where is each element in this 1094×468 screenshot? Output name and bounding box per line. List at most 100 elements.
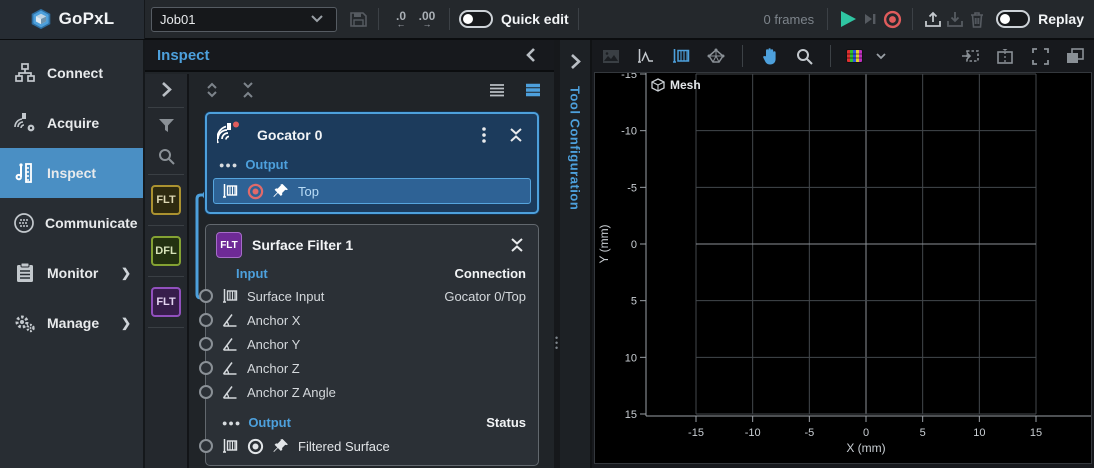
palette-dropdown-icon[interactable] [876,45,886,67]
inspect-panel-title: Inspect [157,47,520,64]
svg-text:15: 15 [625,409,637,421]
input-socket[interactable] [199,385,213,399]
input-connection-value: Gocator 0/Top [444,289,526,304]
quick-edit-toggle[interactable] [459,10,493,28]
gears-icon [13,312,37,334]
sidebar-item-label: Manage [47,315,111,331]
collapse-node-icon[interactable] [506,234,528,256]
sidebar-item-communicate[interactable]: Communicate ❯ [0,198,143,248]
trash-icon[interactable] [966,8,988,30]
layout-views-icon[interactable] [1064,45,1086,67]
center-view-icon[interactable] [994,45,1016,67]
mesh-view-icon[interactable] [705,45,727,67]
zoom-icon[interactable] [793,45,815,67]
sidebar-item-label: Inspect [47,165,143,181]
dome-icon [13,212,35,234]
replay-toggle[interactable] [996,10,1030,28]
profile-view-icon[interactable] [635,45,657,67]
upload-icon[interactable] [922,8,944,30]
svg-text:-5: -5 [627,182,637,194]
play-button[interactable] [837,8,859,30]
node-gocator[interactable]: Gocator 0 ●●● Output [205,112,539,214]
filter-input-row[interactable]: Anchor X [206,308,538,332]
viewer-toolbar [592,40,1094,72]
filter-input-section: Input Connection [206,263,538,284]
tool-badge-flt[interactable]: FLT [151,185,181,215]
tool-rail: FLT DFL FLT [145,74,189,468]
gopxl-logo-icon [30,8,52,30]
replay-controls: 0 frames Replay [764,8,1094,30]
tool-configuration-tab[interactable]: Tool Configuration [560,40,592,468]
expand-all-icon[interactable] [201,79,223,101]
collapse-node-icon[interactable] [505,124,527,146]
card-view-icon[interactable] [522,79,544,101]
list-view-icon[interactable] [486,79,508,101]
collapse-all-icon[interactable] [237,79,259,101]
search-icon[interactable] [144,141,188,171]
output-section-label: Output [248,415,479,430]
filter-output-row[interactable]: Filtered Surface [206,433,538,459]
filter-input-row[interactable]: Anchor Z Angle [206,380,538,404]
filter-type-badge: FLT [216,232,242,258]
angle-icon [222,309,238,331]
angle-icon [222,357,238,379]
collapse-panel-icon[interactable] [520,44,542,66]
mesh-label: Mesh [670,78,701,92]
sidebar-item-acquire[interactable]: Acquire [0,98,143,148]
pan-hand-icon[interactable] [758,45,780,67]
output-section-label: Output [245,157,525,172]
svg-text:0: 0 [863,427,869,439]
output-socket[interactable] [199,439,213,453]
input-socket[interactable] [199,361,213,375]
input-label: Anchor Y [247,337,526,352]
save-icon[interactable] [347,8,369,30]
output-row-label: Filtered Surface [298,439,390,454]
job-select[interactable]: Job01 [151,7,337,32]
input-socket[interactable] [199,337,213,351]
filter-input-row[interactable]: Anchor Z [206,356,538,380]
image-view-icon[interactable] [600,45,622,67]
filter-icon[interactable] [144,111,188,141]
dock-view-icon[interactable] [959,45,981,67]
tool-badge-dfl[interactable]: DFL [151,236,181,266]
frames-count: 0 frames [764,12,815,27]
node-surface-filter[interactable]: FLT Surface Filter 1 Input Connection Su… [205,224,539,466]
sidebar-item-inspect[interactable]: Inspect [0,148,143,198]
expand-tool-config-icon[interactable] [564,50,586,72]
decrease-decimals-icon[interactable]: .0 ← [388,11,414,28]
gocator-output-top[interactable]: Top [213,178,531,204]
kebab-menu-icon[interactable] [473,124,495,146]
expand-rail-icon[interactable] [144,74,188,104]
record-state-icon[interactable] [247,180,264,202]
input-socket[interactable] [199,313,213,327]
increase-decimals-icon[interactable]: .00 → [414,11,440,28]
filter-input-row[interactable]: Surface Input Gocator 0/Top [206,284,538,308]
record-button[interactable] [881,8,903,30]
gocator-output-section: ●●● Output [207,154,537,175]
pin-icon[interactable] [273,180,289,202]
download-icon[interactable] [944,8,966,30]
fit-view-icon[interactable] [1029,45,1051,67]
sidebar-item-label: Acquire [47,115,143,131]
pin-icon[interactable] [273,435,289,457]
svg-text:-15: -15 [621,73,637,81]
svg-text:10: 10 [625,352,637,364]
sidebar-item-connect[interactable]: Connect [0,48,143,98]
input-socket[interactable] [199,289,213,303]
step-forward-button[interactable] [859,8,881,30]
filter-input-row[interactable]: Anchor Y [206,332,538,356]
filter-node-title: Surface Filter 1 [252,237,496,253]
color-palette-icon[interactable] [846,49,863,63]
sidebar-item-monitor[interactable]: Monitor ❯ [0,248,143,298]
record-state-icon[interactable] [247,435,264,457]
tool-badge-flt-2[interactable]: FLT [151,287,181,317]
gocator-node-header: Gocator 0 [207,114,537,154]
sidebar-item-manage[interactable]: Manage ❯ [0,298,143,348]
tool-configuration-label[interactable]: Tool Configuration [568,86,583,210]
input-label: Surface Input [247,289,435,304]
surface-view-icon[interactable] [670,45,692,67]
inspect-panel: Inspect FLT DFL FLT [145,40,554,468]
filter-output-section: ●●● Output Status [206,412,538,433]
plot-area[interactable]: -15-10-5051015-15-10-5051015X (mm)Y (mm)… [594,72,1092,464]
app-root: GoPxL Job01 .0 ← .00 → Quick edit 0 fram… [0,0,1094,468]
